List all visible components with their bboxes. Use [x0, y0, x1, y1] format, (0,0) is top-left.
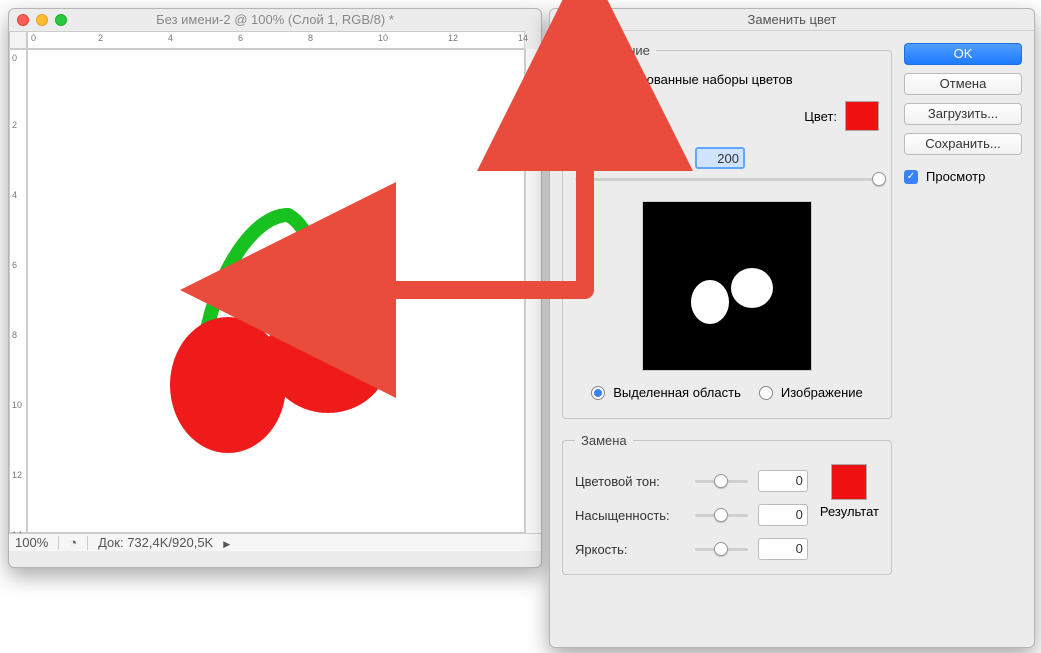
- ruler-tick: 12: [12, 470, 26, 480]
- maximize-icon[interactable]: [55, 14, 67, 26]
- radio-image-label: Изображение: [781, 385, 863, 400]
- traffic-lights: [17, 14, 67, 26]
- ruler-tick: 4: [168, 33, 173, 43]
- replacement-legend: Замена: [575, 433, 633, 448]
- saturation-label: Насыщенность:: [575, 508, 685, 523]
- close-icon[interactable]: [17, 14, 29, 26]
- radio-image[interactable]: [759, 386, 773, 400]
- saturation-input[interactable]: 0: [758, 504, 808, 526]
- radio-selection[interactable]: [591, 386, 605, 400]
- ruler-tick: 10: [378, 33, 388, 43]
- ruler-tick: 6: [238, 33, 243, 43]
- status-bar: 100% ◔ Док: 732,4K/920,5K: [9, 533, 541, 551]
- selection-group: Выделение Локализованные наборы цветов +: [562, 43, 892, 419]
- eyedropper-minus-icon[interactable]: −: [627, 104, 651, 128]
- cherry-artwork: [168, 205, 428, 465]
- hue-slider[interactable]: [695, 471, 748, 491]
- ok-button[interactable]: OK: [904, 43, 1022, 65]
- eyedropper-plus-icon[interactable]: +: [601, 104, 625, 128]
- ruler-tick: 0: [12, 53, 26, 63]
- fuzziness-slider[interactable]: [575, 169, 879, 189]
- selection-color-swatch[interactable]: [845, 101, 879, 131]
- ruler-tick: 6: [12, 260, 26, 270]
- localized-clusters-label: Локализованные наборы цветов: [597, 72, 793, 87]
- replacement-group: Замена Цветовой тон: 0 Насыщенность: 0: [562, 433, 892, 575]
- separator: [87, 536, 88, 550]
- ruler-vertical[interactable]: 0 2 4 6 8 10 12 14: [9, 49, 27, 533]
- color-label: Цвет:: [804, 109, 837, 124]
- result-color-swatch[interactable]: [831, 464, 867, 500]
- window-titlebar[interactable]: Без имени-2 @ 100% (Слой 1, RGB/8) *: [9, 9, 541, 31]
- svg-text:+: +: [617, 108, 621, 117]
- ruler-tick: 0: [31, 33, 36, 43]
- preview-label: Просмотр: [926, 169, 985, 184]
- ruler-tick: 8: [12, 330, 26, 340]
- document-body: 0 2 4 6 8 10 12 14 0 2 4 6 8 10 12 14: [9, 31, 541, 551]
- separator: [58, 536, 59, 550]
- lightness-slider[interactable]: [695, 539, 748, 559]
- zoom-level[interactable]: 100%: [15, 535, 48, 550]
- ruler-corner: [9, 31, 27, 49]
- document-title: Без имени-2 @ 100% (Слой 1, RGB/8) *: [156, 12, 394, 27]
- ruler-tick: 8: [308, 33, 313, 43]
- svg-text:−: −: [643, 108, 647, 117]
- lightness-input[interactable]: 0: [758, 538, 808, 560]
- ruler-tick: 14: [518, 33, 528, 43]
- status-menu-arrow-icon[interactable]: [223, 535, 230, 550]
- dialog-titlebar[interactable]: Заменить цвет: [550, 9, 1034, 31]
- ruler-tick: 4: [12, 190, 26, 200]
- fuzziness-label: Разброс:: [575, 151, 685, 166]
- hue-label: Цветовой тон:: [575, 474, 685, 489]
- saturation-slider[interactable]: [695, 505, 748, 525]
- radio-selection-label: Выделенная область: [613, 385, 741, 400]
- hue-input[interactable]: 0: [758, 470, 808, 492]
- ruler-tick: 2: [12, 120, 26, 130]
- minimize-icon[interactable]: [36, 14, 48, 26]
- load-button[interactable]: Загрузить...: [904, 103, 1022, 125]
- ruler-tick: 2: [98, 33, 103, 43]
- selection-preview: [642, 201, 812, 371]
- eyedropper-icon[interactable]: [575, 104, 599, 128]
- scrollbar-vertical[interactable]: [525, 49, 541, 533]
- replace-color-dialog: Заменить цвет Выделение Локализованные н…: [549, 8, 1035, 648]
- cancel-button[interactable]: Отмена: [904, 73, 1022, 95]
- result-label: Результат: [820, 504, 879, 519]
- dialog-title: Заменить цвет: [748, 12, 837, 27]
- doc-size-label: Док: 732,4K/920,5K: [98, 535, 213, 550]
- ruler-tick: 10: [12, 400, 26, 410]
- save-button[interactable]: Сохранить...: [904, 133, 1022, 155]
- preview-checkbox[interactable]: [904, 170, 918, 184]
- localized-clusters-checkbox[interactable]: [575, 73, 589, 87]
- document-window: Без имени-2 @ 100% (Слой 1, RGB/8) * 0 2…: [8, 8, 542, 568]
- ruler-tick: 12: [448, 33, 458, 43]
- selection-legend: Выделение: [575, 43, 656, 58]
- lightness-label: Яркость:: [575, 542, 685, 557]
- status-info-icon[interactable]: ◔: [69, 535, 77, 550]
- canvas[interactable]: [27, 49, 525, 533]
- ruler-horizontal[interactable]: 0 2 4 6 8 10 12 14: [27, 31, 525, 49]
- fuzziness-input[interactable]: 200: [695, 147, 745, 169]
